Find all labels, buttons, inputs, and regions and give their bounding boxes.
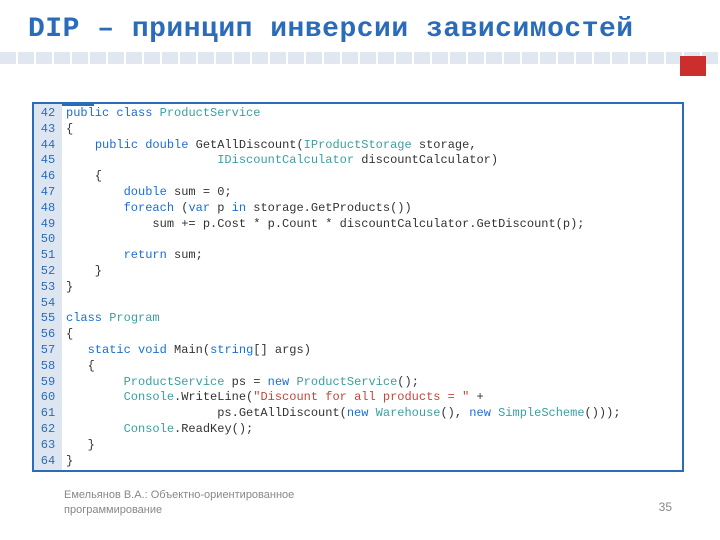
code-line: 63 }: [34, 438, 682, 454]
line-number: 47: [34, 185, 62, 201]
code-text: return sum;: [62, 248, 203, 264]
line-number: 50: [34, 232, 62, 248]
line-number: 42: [34, 106, 62, 122]
code-line: 50: [34, 232, 682, 248]
code-line: 61 ps.GetAllDiscount(new Warehouse(), ne…: [34, 406, 682, 422]
line-number: 43: [34, 122, 62, 138]
code-text: {: [62, 122, 73, 138]
line-number: 61: [34, 406, 62, 422]
slide-title: DIP – принцип инверсии зависимостей: [28, 14, 700, 45]
code-text: }: [62, 264, 102, 280]
code-text: public class ProductService: [62, 106, 260, 122]
code-text: class Program: [62, 311, 160, 327]
code-text: {: [62, 327, 73, 343]
code-text: ps.GetAllDiscount(new Warehouse(), new S…: [62, 406, 621, 422]
line-number: 46: [34, 169, 62, 185]
line-number: 60: [34, 390, 62, 406]
line-number: 59: [34, 375, 62, 391]
code-line: 44 public double GetAllDiscount(IProduct…: [34, 138, 682, 154]
line-number: 52: [34, 264, 62, 280]
code-line: 58 {: [34, 359, 682, 375]
footer-line-2: программирование: [64, 504, 162, 516]
code-text: }: [62, 438, 95, 454]
code-text: public double GetAllDiscount(IProductSto…: [62, 138, 477, 154]
code-line: 42public class ProductService: [34, 106, 682, 122]
code-line: 48 foreach (var p in storage.GetProducts…: [34, 201, 682, 217]
code-line: 56{: [34, 327, 682, 343]
slide: DIP – принцип инверсии зависимостей C# 4…: [0, 0, 720, 540]
code-lines: 42public class ProductService43{44 publi…: [34, 106, 682, 469]
code-text: }: [62, 280, 73, 296]
code-text: double sum = 0;: [62, 185, 232, 201]
line-number: 48: [34, 201, 62, 217]
line-number: 53: [34, 280, 62, 296]
code-line: 57 static void Main(string[] args): [34, 343, 682, 359]
code-line: 46 {: [34, 169, 682, 185]
line-number: 54: [34, 296, 62, 312]
line-number: 62: [34, 422, 62, 438]
code-line: 64}: [34, 454, 682, 470]
code-text: {: [62, 359, 95, 375]
footer-text: Емельянов В.А.: Объектно-ориентированное…: [64, 488, 294, 518]
code-line: 45 IDiscountCalculator discountCalculato…: [34, 153, 682, 169]
code-line: 59 ProductService ps = new ProductServic…: [34, 375, 682, 391]
line-number: 45: [34, 153, 62, 169]
accent-block: [680, 56, 706, 76]
line-number: 57: [34, 343, 62, 359]
line-number: 55: [34, 311, 62, 327]
line-number: 58: [34, 359, 62, 375]
code-text: }: [62, 454, 73, 470]
line-number: 63: [34, 438, 62, 454]
line-number: 44: [34, 138, 62, 154]
code-line: 47 double sum = 0;: [34, 185, 682, 201]
line-number: 56: [34, 327, 62, 343]
code-line: 51 return sum;: [34, 248, 682, 264]
code-line: 60 Console.WriteLine("Discount for all p…: [34, 390, 682, 406]
code-line: 62 Console.ReadKey();: [34, 422, 682, 438]
code-text: ProductService ps = new ProductService()…: [62, 375, 419, 391]
code-text: Console.ReadKey();: [62, 422, 253, 438]
code-line: 52 }: [34, 264, 682, 280]
line-number: 51: [34, 248, 62, 264]
line-number: 49: [34, 217, 62, 233]
code-text: static void Main(string[] args): [62, 343, 311, 359]
decorative-stripe: [0, 52, 720, 64]
code-block: C# 42public class ProductService43{44 pu…: [32, 102, 684, 472]
line-number: 64: [34, 454, 62, 470]
code-line: 49 sum += p.Cost * p.Count * discountCal…: [34, 217, 682, 233]
code-line: 55class Program: [34, 311, 682, 327]
code-line: 43{: [34, 122, 682, 138]
footer-line-1: Емельянов В.А.: Объектно-ориентированное: [64, 489, 294, 501]
code-text: sum += p.Cost * p.Count * discountCalcul…: [62, 217, 584, 233]
code-line: 54: [34, 296, 682, 312]
code-text: foreach (var p in storage.GetProducts()): [62, 201, 412, 217]
code-text: Console.WriteLine("Discount for all prod…: [62, 390, 484, 406]
code-text: {: [62, 169, 102, 185]
code-line: 53}: [34, 280, 682, 296]
page-number: 35: [659, 500, 672, 514]
code-text: IDiscountCalculator discountCalculator): [62, 153, 498, 169]
